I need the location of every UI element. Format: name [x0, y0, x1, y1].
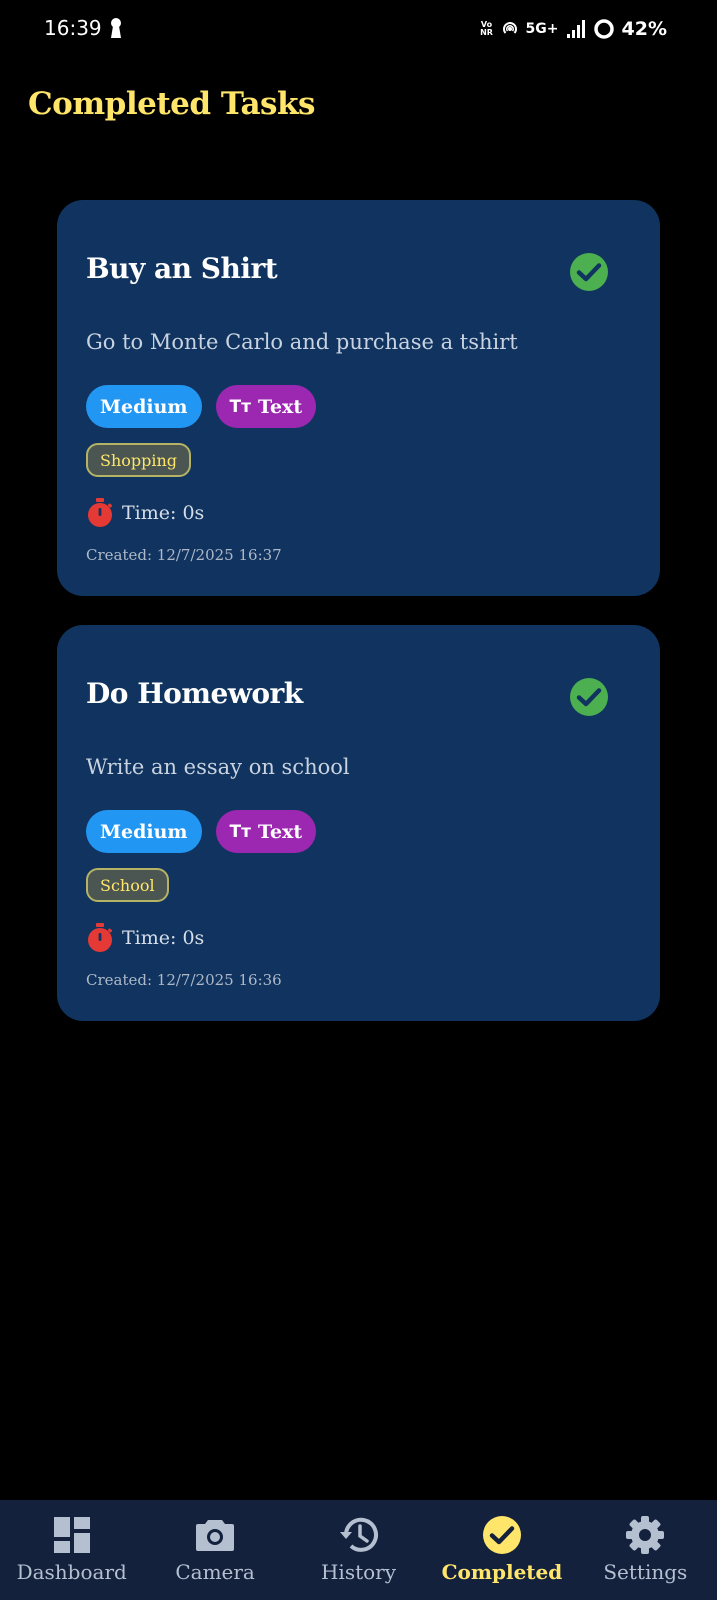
category-tag: School: [86, 868, 169, 902]
timer-row: Time: 0s: [86, 923, 204, 953]
status-time: 16:39: [44, 16, 102, 40]
bottom-navigation: Dashboard Camera History Completed Setti…: [0, 1500, 717, 1600]
keyhole-icon: [111, 18, 121, 38]
chip-row: Medium Tт Text: [86, 385, 317, 428]
nav-item-dashboard[interactable]: Dashboard: [0, 1500, 143, 1600]
nav-item-settings[interactable]: Settings: [574, 1500, 717, 1600]
timer-row: Time: 0s: [86, 498, 204, 528]
signal-icon: [566, 20, 585, 38]
check-circle-icon: [482, 1516, 521, 1554]
nav-label: History: [320, 1560, 397, 1584]
elapsed-time: Time: 0s: [122, 927, 205, 949]
gear-icon: [626, 1516, 665, 1554]
dashboard-icon: [53, 1517, 90, 1553]
camera-icon: [196, 1520, 235, 1551]
task-card[interactable]: Do Homework Write an essay on school Med…: [57, 625, 660, 1021]
task-title: Do Homework: [86, 677, 303, 710]
type-chip: Tт Text: [215, 385, 317, 428]
status-icons: Vo NR 5G+ 42%: [480, 14, 667, 44]
nav-label: Settings: [603, 1560, 688, 1584]
nav-label: Completed: [441, 1560, 563, 1584]
text-type-icon: Tт: [229, 396, 251, 417]
task-description: Go to Monte Carlo and purchase a tshirt: [86, 330, 518, 354]
category-tag: Shopping: [86, 443, 192, 477]
history-icon: [339, 1517, 378, 1552]
nav-label: Camera: [175, 1560, 255, 1584]
elapsed-time: Time: 0s: [122, 502, 205, 524]
task-description: Write an essay on school: [86, 755, 350, 779]
task-title: Buy an Shirt: [86, 252, 278, 285]
stopwatch-icon: [88, 498, 113, 527]
nav-item-camera[interactable]: Camera: [143, 1500, 286, 1600]
nav-item-history[interactable]: History: [287, 1500, 430, 1600]
task-card[interactable]: Buy an Shirt Go to Monte Carlo and purch…: [57, 200, 660, 596]
network-type: 5G+: [525, 21, 559, 37]
hotspot-icon: [502, 22, 517, 34]
created-timestamp: Created: 12/7/2025 16:36: [86, 971, 282, 989]
check-circle-icon[interactable]: [569, 677, 609, 717]
page-title: Completed Tasks: [28, 86, 315, 122]
priority-chip: Medium: [86, 810, 202, 853]
stopwatch-icon: [88, 923, 113, 952]
status-bar: 16:39 Vo NR 5G+ 42%: [0, 0, 717, 60]
text-type-icon: Tт: [229, 821, 251, 842]
priority-chip: Medium: [86, 385, 202, 428]
check-circle-icon[interactable]: [569, 252, 609, 292]
chip-row: Medium Tт Text: [86, 810, 317, 853]
created-timestamp: Created: 12/7/2025 16:37: [86, 546, 282, 564]
type-chip: Tт Text: [215, 810, 317, 853]
battery-ring-icon: [593, 19, 614, 39]
volte-indicator: Vo NR: [480, 20, 493, 37]
nav-label: Dashboard: [16, 1560, 127, 1584]
battery-level: 42%: [621, 18, 667, 40]
nav-item-completed[interactable]: Completed: [430, 1500, 573, 1600]
